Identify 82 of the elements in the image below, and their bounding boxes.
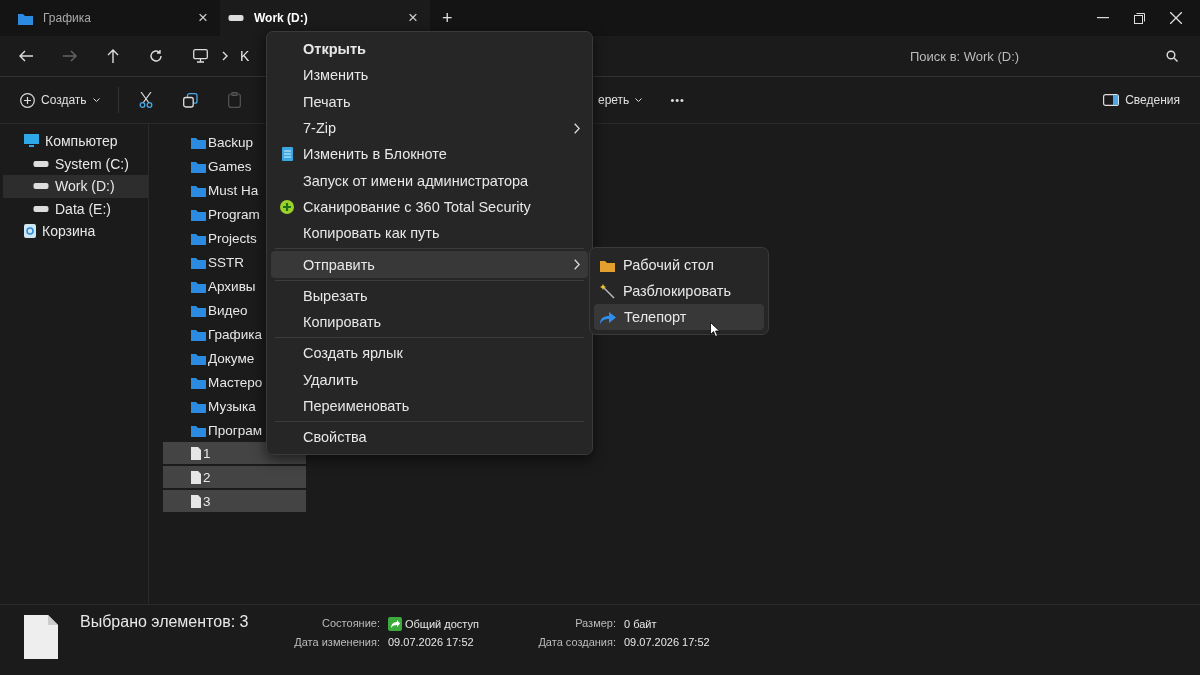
menu-item[interactable]: Изменить — [271, 62, 588, 89]
menu-item[interactable]: Открыть — [271, 36, 588, 63]
property-label: Дата создания: — [537, 636, 616, 648]
folder-icon — [191, 327, 206, 341]
create-button[interactable]: Создать — [16, 88, 104, 112]
folder-icon — [191, 351, 206, 365]
chevron-icon — [222, 51, 228, 61]
search-field[interactable]: Поиск в: Work (D:) — [908, 47, 1166, 65]
close-tab-button[interactable]: × — [198, 8, 208, 28]
tab[interactable]: Графика × — [10, 0, 220, 36]
mouse-cursor-icon — [710, 322, 720, 337]
more-button[interactable]: ••• — [666, 90, 689, 110]
sidebar-item[interactable]: Компьютер — [0, 130, 148, 153]
magic-wand-icon — [600, 283, 615, 299]
property-value: 09.07.2026 17:52 — [624, 636, 710, 648]
restore-icon[interactable] — [1134, 12, 1145, 24]
folder-icon — [18, 11, 33, 25]
forward-arrow-icon[interactable] — [63, 50, 77, 62]
property-label: Дата изменения: — [293, 636, 380, 648]
plus-circle-icon — [20, 92, 35, 108]
drive-icon — [33, 182, 49, 191]
document-icon — [191, 446, 201, 460]
menu-item[interactable]: Отправить — [271, 251, 588, 278]
menu-item[interactable]: Рабочий стол — [594, 252, 764, 278]
menu-item[interactable]: Разблокировать — [594, 278, 764, 304]
caret-icon — [635, 98, 643, 102]
monitor-icon — [24, 134, 39, 149]
new-tab-button[interactable]: + — [442, 7, 453, 29]
folder-icon — [191, 303, 206, 317]
folder-icon — [191, 255, 206, 269]
sidebar-item[interactable]: Data (E:) — [0, 197, 148, 220]
folder-icon — [191, 279, 206, 293]
search-icon — [1166, 50, 1178, 62]
details-pane-icon — [1103, 94, 1120, 106]
document-icon — [191, 470, 201, 484]
tab[interactable]: Work (D:) × — [220, 0, 430, 36]
folder-icon — [191, 423, 206, 437]
property-value: 09.07.2026 17:52 — [388, 636, 474, 648]
drive-icon — [33, 159, 49, 168]
folder-icon — [191, 399, 206, 413]
folder-icon — [191, 375, 206, 389]
document-icon — [24, 615, 58, 659]
menu-item[interactable]: Телепорт — [594, 304, 764, 330]
drive-icon — [33, 204, 49, 213]
refresh-icon[interactable] — [149, 49, 163, 63]
property-value: 0 байт — [624, 618, 657, 630]
sidebar-item[interactable]: System (C:) — [0, 152, 148, 175]
view-button[interactable]: ереть — [594, 89, 647, 111]
file-item[interactable]: 2 — [163, 466, 306, 488]
document-icon — [191, 494, 201, 508]
share-icon — [388, 617, 402, 631]
file-item[interactable]: 3 — [163, 490, 306, 512]
folder-icon — [600, 258, 615, 272]
copy-icon[interactable] — [182, 92, 198, 108]
scissors-icon[interactable] — [138, 92, 153, 108]
property-label: Размер: — [574, 617, 616, 631]
chevron-icon — [574, 122, 580, 134]
breadcrumb[interactable]: K — [240, 48, 250, 64]
folder-icon — [191, 231, 206, 245]
folder-icon — [191, 135, 206, 149]
close-icon[interactable] — [1170, 12, 1182, 24]
notepad-icon — [281, 147, 293, 162]
chevron-icon — [574, 259, 580, 270]
folder-icon — [191, 159, 206, 173]
curved-arrow-icon — [600, 310, 616, 324]
sidebar-item[interactable]: Work (D:) — [3, 175, 148, 198]
details-button[interactable]: Сведения — [1099, 89, 1184, 111]
close-tab-button[interactable]: × — [408, 8, 418, 28]
property-label: Состояние: — [321, 617, 380, 631]
monitor-icon[interactable] — [193, 49, 208, 63]
selection-count: Выбрано элементов: 3 — [80, 613, 250, 631]
minimize-icon[interactable] — [1097, 17, 1109, 19]
menu-item[interactable]: Печать — [271, 88, 588, 115]
property-value: Общий доступ — [405, 618, 479, 630]
drive-icon — [228, 14, 244, 22]
plus-circle-icon — [280, 199, 294, 214]
folder-icon — [191, 207, 206, 221]
up-arrow-icon[interactable] — [107, 49, 119, 63]
sidebar-item[interactable]: Корзина — [0, 220, 148, 243]
back-arrow-icon[interactable] — [19, 50, 33, 62]
folder-icon — [191, 183, 206, 197]
caret-icon — [92, 98, 100, 102]
